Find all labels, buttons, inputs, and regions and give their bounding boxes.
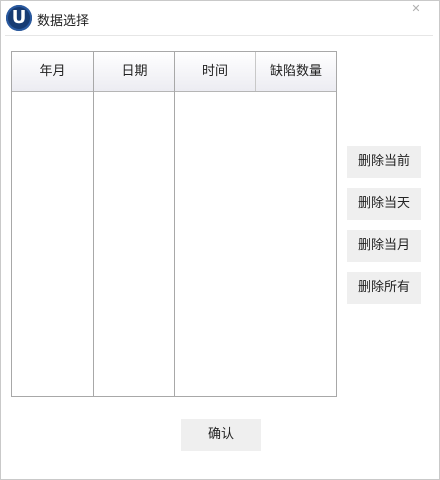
app-logo-icon: U [6, 5, 32, 31]
confirm-button[interactable]: 确认 [181, 419, 261, 451]
title-divider [5, 35, 433, 36]
app-logo-letter: U [11, 7, 27, 28]
dialog-window: U 数据选择 ✕ 年月 日期 时间 缺陷数量 删除当前 删除当天 删除当月 删除… [0, 0, 440, 480]
year-month-header: 年月 [12, 52, 93, 92]
close-icon[interactable]: ✕ [406, 2, 426, 16]
title-bar: U 数据选择 ✕ [1, 1, 439, 35]
date-list[interactable]: 日期 [93, 51, 176, 397]
date-header: 日期 [94, 52, 175, 92]
delete-month-button[interactable]: 删除当月 [347, 230, 421, 262]
year-month-list[interactable]: 年月 [11, 51, 94, 397]
time-defect-list[interactable]: 时间 缺陷数量 [174, 51, 337, 397]
time-header-label: 时间 [201, 64, 228, 79]
defect-count-header-label: 缺陷数量 [269, 64, 322, 79]
delete-all-button[interactable]: 删除所有 [347, 272, 421, 304]
delete-day-button[interactable]: 删除当天 [347, 188, 421, 220]
window-title: 数据选择 [37, 14, 90, 29]
delete-current-button[interactable]: 删除当前 [347, 146, 421, 178]
year-month-header-label: 年月 [39, 64, 66, 79]
time-defect-header: 时间 缺陷数量 [175, 52, 336, 92]
date-header-label: 日期 [121, 64, 148, 79]
